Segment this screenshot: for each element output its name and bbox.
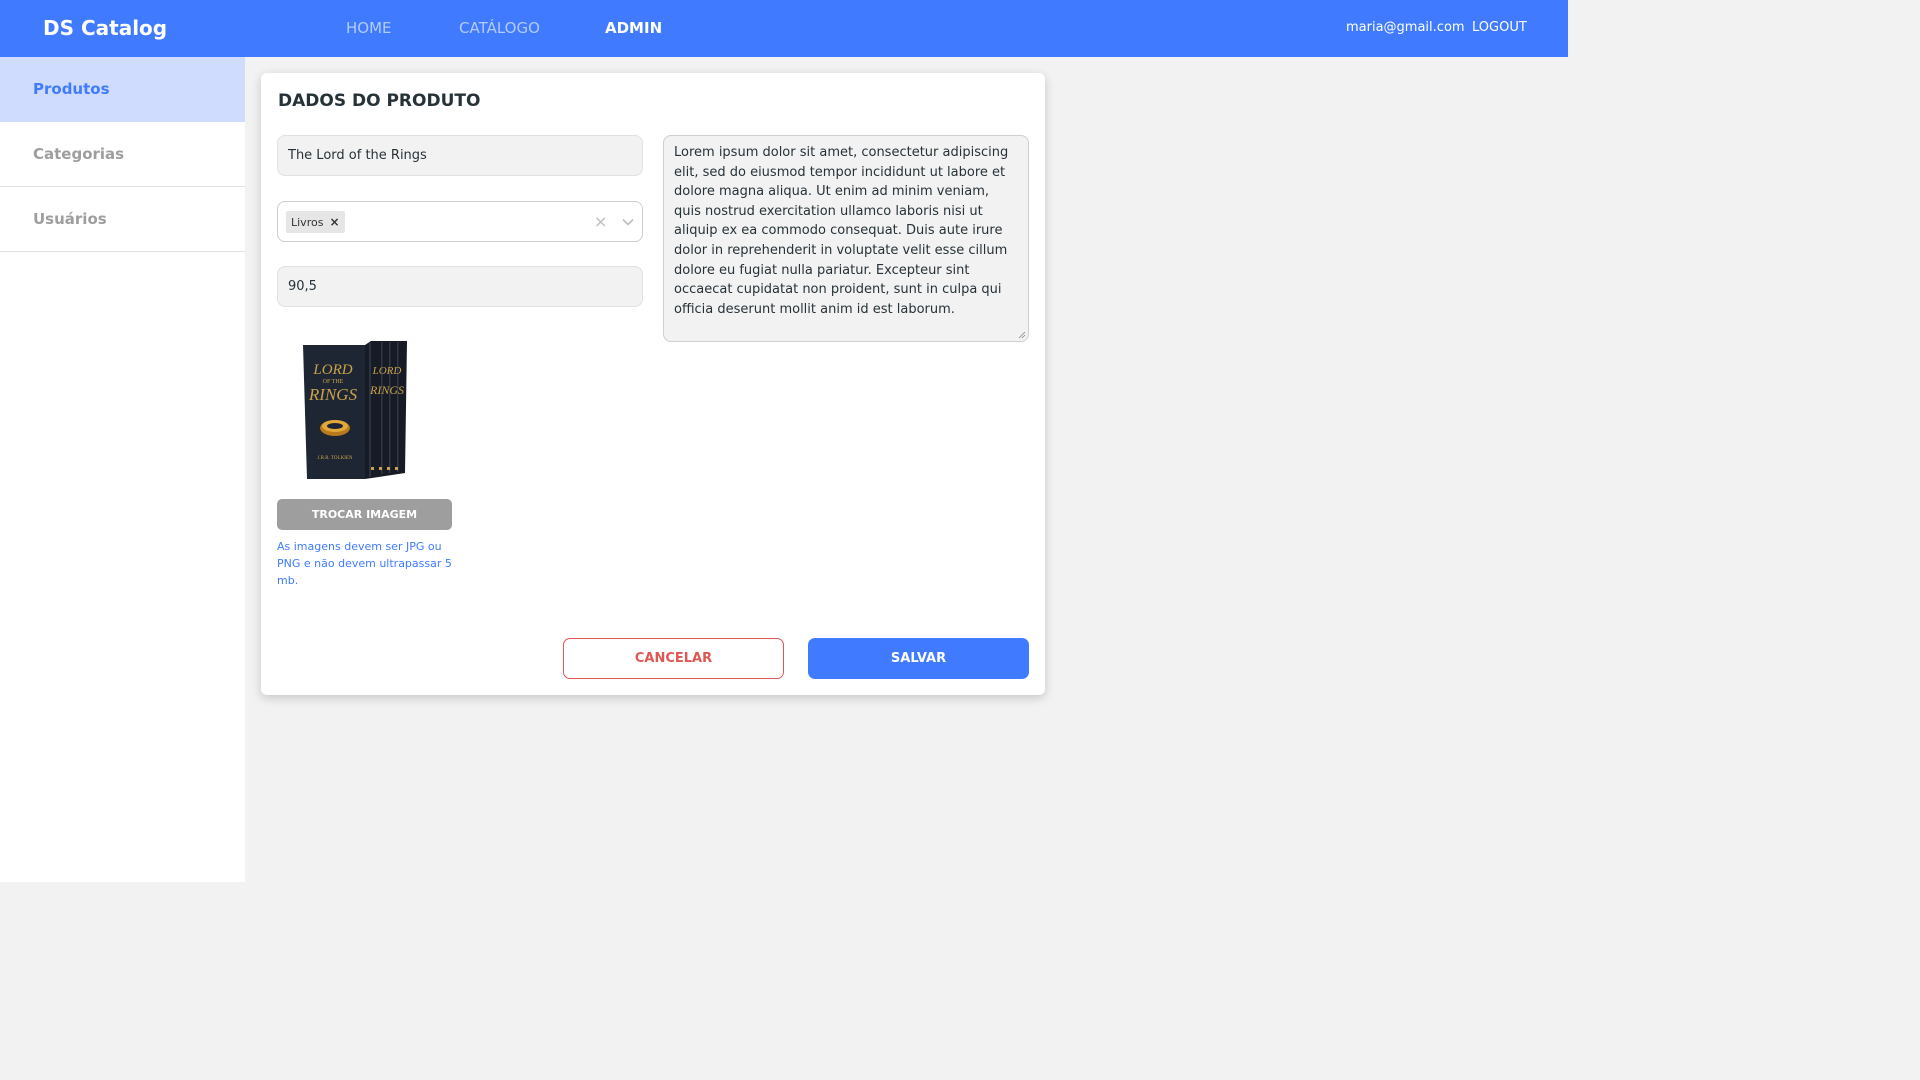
svg-text:LORD: LORD <box>372 365 402 377</box>
category-chip: Livros × <box>286 211 345 233</box>
sidebar-item-label: Categorias <box>33 145 125 163</box>
product-price-value: 90,5 <box>288 279 317 294</box>
image-help-text: As imagens devem ser JPG ou PNG e não de… <box>277 540 452 587</box>
product-image: LORD OF THE RINGS J.R.R. TOLKIEN LORD RI… <box>303 341 407 479</box>
navbar: DS Catalog HOME CATÁLOGO ADMIN maria@gma… <box>0 0 1568 57</box>
svg-text:RINGS: RINGS <box>308 385 358 404</box>
nav-link-home[interactable]: HOME <box>346 19 392 37</box>
sidebar-item-label: Produtos <box>33 80 110 98</box>
product-form-card: DADOS DO PRODUTO The Lord of the Rings L… <box>261 73 1045 695</box>
product-description-textarea[interactable]: Lorem ipsum dolor sit amet, consectetur … <box>663 135 1029 342</box>
user-email: maria@gmail.com <box>1346 20 1465 35</box>
remove-chip-icon[interactable]: × <box>329 211 339 233</box>
logout-link[interactable]: LOGOUT <box>1472 20 1527 35</box>
product-description-value: Lorem ipsum dolor sit amet, consectetur … <box>674 145 1009 317</box>
svg-text:RINGS: RINGS <box>369 383 404 397</box>
sidebar-item-usuarios[interactable]: Usuários <box>0 187 245 252</box>
change-image-button[interactable]: TROCAR IMAGEM <box>277 499 452 530</box>
save-button[interactable]: SALVAR <box>808 638 1029 679</box>
category-chip-label: Livros <box>291 216 324 229</box>
clear-icon[interactable]: × <box>594 212 607 231</box>
form-title: DADOS DO PRODUTO <box>278 91 481 111</box>
product-name-value: The Lord of the Rings <box>288 148 427 163</box>
admin-sidebar: Produtos Categorias Usuários <box>0 57 245 882</box>
nav-link-catalog[interactable]: CATÁLOGO <box>459 19 540 37</box>
sidebar-item-produtos[interactable]: Produtos <box>0 57 245 122</box>
nav-link-admin[interactable]: ADMIN <box>605 19 662 37</box>
cancel-button[interactable]: CANCELAR <box>563 638 784 679</box>
brand-logo[interactable]: DS Catalog <box>43 16 167 40</box>
product-price-input[interactable]: 90,5 <box>277 266 643 307</box>
sidebar-item-label: Usuários <box>33 210 107 228</box>
sidebar-item-categorias[interactable]: Categorias <box>0 122 245 187</box>
svg-text:LORD: LORD <box>312 362 352 378</box>
chevron-down-icon[interactable] <box>621 215 635 229</box>
resize-handle-icon[interactable] <box>1018 331 1026 339</box>
product-name-input[interactable]: The Lord of the Rings <box>277 135 643 176</box>
svg-text:J.R.R. TOLKIEN: J.R.R. TOLKIEN <box>317 456 352 461</box>
category-select[interactable]: Livros × × <box>277 201 643 242</box>
